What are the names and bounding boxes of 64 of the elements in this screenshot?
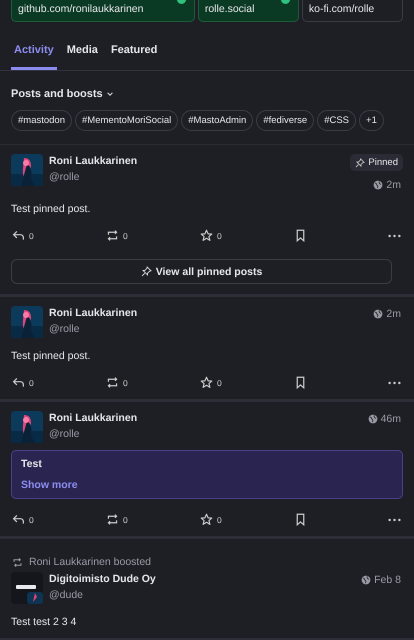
boost-count: 0 (123, 230, 128, 240)
globe-icon (361, 575, 372, 585)
hashtag-chip[interactable]: #CSS (317, 110, 356, 131)
globe-icon (373, 180, 384, 190)
hashtag-chip[interactable]: #MementoMoriSocial (75, 110, 178, 131)
profile-link-card[interactable]: rolle.social (198, 0, 299, 22)
author-name[interactable]: Roni Laukkarinen (49, 307, 368, 319)
favourite-count: 0 (217, 514, 222, 524)
post-text: Test pinned post. (11, 203, 92, 215)
reply-icon[interactable] (12, 229, 25, 242)
profile-link-card[interactable]: ko-fi.com/rolle (302, 0, 404, 22)
boost-icon[interactable] (106, 376, 119, 389)
boost-count: 0 (123, 514, 128, 524)
more-options-icon[interactable] (388, 380, 401, 384)
boost-count: 0 (123, 378, 128, 388)
chevron-down-icon (106, 90, 114, 98)
tab[interactable]: Media (64, 40, 101, 70)
favourite-count: 0 (217, 378, 222, 388)
hashtag-chip[interactable]: #mastodon (11, 110, 72, 131)
content-warning-text: Test (21, 458, 42, 470)
more-options-icon[interactable] (388, 234, 401, 238)
post-text: Test test 2 3 4 (11, 616, 78, 628)
boost-icon[interactable] (106, 513, 119, 526)
post-time[interactable]: 2m (386, 179, 401, 191)
post-text: Test pinned post. (11, 350, 92, 362)
author-handle[interactable]: @dude (49, 589, 356, 601)
favourite-count: 0 (217, 230, 222, 240)
author-name[interactable]: Digitoimisto Dude Oy (49, 573, 356, 585)
hashtag-chip[interactable]: #fediverse (256, 110, 314, 131)
star-icon[interactable] (200, 229, 213, 242)
author-handle[interactable]: @rolle (49, 428, 362, 440)
bookmark-icon[interactable] (294, 376, 307, 389)
tab[interactable]: Featured (108, 40, 160, 70)
bookmark-icon[interactable] (294, 229, 307, 242)
author-handle[interactable]: @rolle (49, 323, 368, 335)
more-options-icon[interactable] (388, 518, 401, 522)
post-time[interactable]: 46m (380, 413, 401, 425)
filter-dropdown[interactable]: Posts and boosts (11, 88, 114, 100)
star-icon[interactable] (200, 513, 213, 526)
bookmark-icon[interactable] (294, 513, 307, 526)
boost-icon (12, 556, 23, 568)
pinned-badge: Pinned (350, 154, 403, 171)
boost-icon[interactable] (106, 229, 119, 242)
reply-count: 0 (29, 230, 34, 240)
post-time[interactable]: 2m (386, 308, 401, 320)
author-handle[interactable]: @rolle (49, 171, 344, 183)
boosted-by-text: Roni Laukkarinen boosted (29, 556, 152, 568)
hashtag-chip[interactable]: +1 (359, 110, 384, 131)
post-time[interactable]: Feb 8 (374, 574, 401, 586)
pin-icon (140, 266, 152, 277)
profile-link-card[interactable]: github.com/ronilaukkarinen (11, 0, 195, 22)
author-name[interactable]: Roni Laukkarinen (49, 412, 362, 424)
reply-count: 0 (29, 514, 34, 524)
author-name[interactable]: Roni Laukkarinen (49, 155, 344, 167)
globe-icon (373, 309, 384, 319)
reply-count: 0 (29, 378, 34, 388)
reply-icon[interactable] (12, 376, 25, 389)
show-more-link[interactable]: Show more (21, 479, 78, 491)
tab[interactable]: Activity (11, 40, 57, 70)
reply-icon[interactable] (12, 513, 25, 526)
view-pinned-button[interactable]: View all pinned posts (11, 259, 392, 284)
hashtag-chip[interactable]: #MastoAdmin (181, 110, 254, 131)
globe-icon (368, 414, 378, 424)
star-icon[interactable] (200, 376, 213, 389)
